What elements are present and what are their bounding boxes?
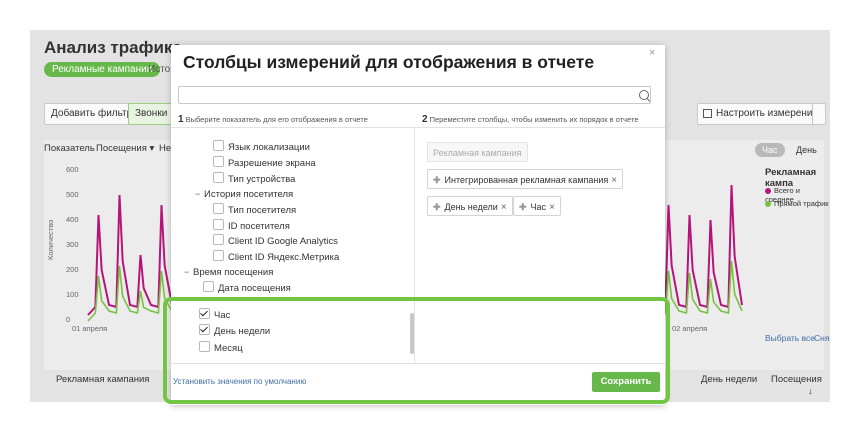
table-header-campaign[interactable]: Рекламная кампания — [56, 374, 149, 385]
option-label: ID посетителя — [228, 221, 290, 232]
option-label: Client ID Яндекс.Метрика — [228, 252, 340, 263]
remove-icon[interactable]: × — [549, 202, 555, 213]
option-label: Час — [214, 310, 231, 321]
chip-label: Час — [530, 202, 547, 212]
reset-defaults-link[interactable]: Установить значения по умолчанию — [173, 377, 306, 386]
dimension-group[interactable]: − История посетителя — [195, 187, 293, 201]
save-button[interactable]: Сохранить — [592, 372, 660, 392]
dimension-option[interactable]: ID посетителя — [213, 219, 290, 233]
option-label: Тип посетителя — [228, 205, 297, 216]
unselect-link[interactable]: Сня — [814, 333, 829, 343]
dimension-option[interactable]: Тип посетителя — [213, 203, 296, 217]
checkbox[interactable] — [213, 140, 224, 151]
chip-integrated-campaign[interactable]: ✚ Интегрированная рекламная кампания × — [427, 169, 624, 189]
collapse-icon[interactable]: − — [184, 265, 190, 279]
option-label: Месяц — [214, 343, 243, 354]
checkbox[interactable] — [213, 156, 224, 167]
table-header-weekday[interactable]: День недели — [701, 374, 757, 385]
scrollbar[interactable] — [410, 313, 414, 354]
column2-hint: Переместите столбцы, чтобы изменить их п… — [429, 115, 639, 124]
chip-hour[interactable]: ✚ Час × — [513, 196, 561, 216]
chip-weekday[interactable]: ✚ День недели × — [427, 196, 513, 216]
divider — [171, 363, 665, 364]
column1-header: 1 Выберите показатель для его отображения… — [178, 114, 368, 125]
checkbox[interactable] — [213, 234, 224, 245]
legend-dot — [765, 188, 771, 195]
divider — [414, 128, 415, 363]
dimension-option[interactable]: Тип устройства — [213, 172, 295, 186]
chip-label: Рекламная кампания — [433, 148, 522, 158]
dimension-group[interactable]: − Время посещения — [184, 265, 273, 279]
option-label: Дата посещения — [218, 283, 291, 294]
close-icon[interactable]: × — [649, 47, 655, 59]
select-all-link[interactable]: Выбрать все — [765, 333, 815, 343]
chip-label: Интегрированная рекламная кампания — [444, 175, 609, 185]
legend-label: Прямой трафик — [774, 199, 829, 208]
dimension-option[interactable]: Client ID Google Analytics — [213, 234, 338, 248]
legend-item[interactable]: Прямой трафик — [765, 199, 829, 208]
checkbox[interactable] — [213, 219, 224, 230]
column1-number: 1 — [178, 114, 184, 125]
dimension-option[interactable]: Разрешение экрана — [213, 156, 316, 170]
chip-campaign: Рекламная кампания — [427, 142, 528, 162]
option-label: Язык локализации — [228, 142, 310, 153]
divider — [171, 127, 665, 128]
dimension-option[interactable]: Client ID Яндекс.Метрика — [213, 250, 339, 264]
dialog-title: Столбцы измерений для отображения в отче… — [183, 52, 595, 72]
remove-icon[interactable]: × — [611, 175, 617, 186]
option-label: Тип устройства — [228, 174, 296, 185]
search-input[interactable] — [178, 86, 651, 104]
drag-handle-icon[interactable]: ✚ — [433, 202, 441, 212]
search-icon[interactable] — [639, 90, 649, 100]
column2-number: 2 — [422, 114, 428, 125]
group-label: Время посещения — [193, 267, 274, 278]
checkbox[interactable] — [203, 281, 214, 292]
checkbox[interactable] — [213, 250, 224, 261]
sort-desc-icon[interactable]: ↓ — [808, 386, 813, 396]
remove-icon[interactable]: × — [501, 202, 507, 213]
checkbox[interactable] — [213, 172, 224, 183]
group-label: История посетителя — [204, 189, 294, 200]
option-label: Разрешение экрана — [228, 158, 316, 169]
option-label: День недели — [214, 326, 271, 337]
table-header-visits[interactable]: Посещения — [771, 374, 822, 385]
dimension-option[interactable]: День недели — [199, 324, 270, 338]
checkbox[interactable] — [213, 203, 224, 214]
dimension-option[interactable]: Язык локализации — [213, 140, 310, 154]
dimension-option[interactable]: Дата посещения — [203, 281, 291, 295]
checkbox-checked[interactable] — [199, 324, 210, 335]
dimension-option[interactable]: Час — [199, 308, 230, 322]
dimension-option[interactable]: Месяц — [199, 341, 243, 355]
dimensions-dialog: Столбцы измерений для отображения в отче… — [171, 45, 665, 405]
chip-label: День недели — [444, 202, 498, 212]
drag-handle-icon[interactable]: ✚ — [433, 175, 441, 185]
legend-dot — [765, 201, 771, 208]
column1-hint: Выберите показатель для его отображения … — [185, 115, 368, 124]
checkbox-checked[interactable] — [199, 308, 210, 319]
drag-handle-icon[interactable]: ✚ — [519, 202, 527, 212]
option-label: Client ID Google Analytics — [228, 236, 338, 247]
checkbox[interactable] — [199, 341, 210, 352]
collapse-icon[interactable]: − — [195, 187, 201, 201]
column2-header: 2 Переместите столбцы, чтобы изменить их … — [422, 114, 639, 125]
